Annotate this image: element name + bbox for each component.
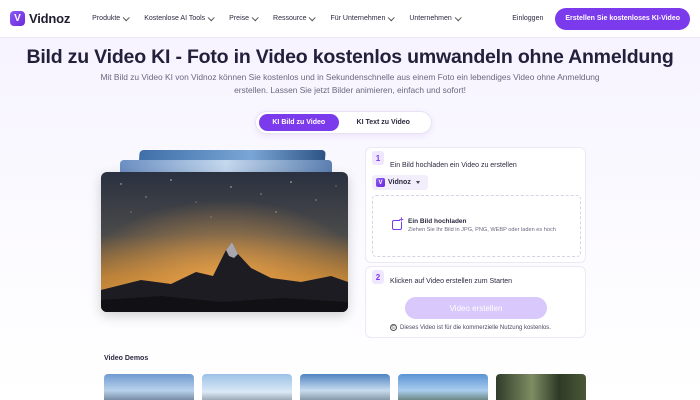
upload-title: Ein Bild hochladen: [408, 218, 467, 225]
top-navigation: V Vidnoz Produkte Kostenlose AI Tools Pr…: [0, 0, 700, 38]
page-title: Bild zu Video KI - Foto in Video kostenl…: [26, 46, 674, 68]
video-demos-heading: Video Demos: [104, 355, 149, 362]
vidnoz-logo-icon: V: [376, 178, 385, 187]
menu-item-label: Kostenlose AI Tools: [144, 15, 206, 22]
menu-item-unternehmen[interactable]: Unternehmen: [401, 14, 467, 22]
menu-item-ai-tools[interactable]: Kostenlose AI Tools: [136, 14, 221, 22]
chevron-down-icon: [309, 14, 317, 22]
demo-thumbnail[interactable]: [300, 374, 390, 400]
menu-item-fuer-unternehmen[interactable]: Für Unternehmen: [322, 14, 401, 22]
page-subtitle: Mit Bild zu Video KI von Vidnoz können S…: [100, 72, 600, 95]
menu-item-produkte[interactable]: Produkte: [84, 14, 136, 22]
info-icon: ©: [390, 324, 397, 331]
demo-thumbnail[interactable]: [398, 374, 488, 400]
note-text: Dieses Video ist für die kommerzielle Nu…: [400, 324, 551, 331]
menu-item-label: Produkte: [92, 15, 121, 22]
menu-item-label: Unternehmen: [409, 15, 452, 22]
sample-image-mountain: [101, 172, 348, 312]
step-number-badge: 2: [372, 270, 384, 284]
create-step-panel: 2 Klicken auf Video erstellen zum Starte…: [365, 266, 586, 338]
video-demos-list: [104, 374, 586, 400]
tab-ki-bild-zu-video[interactable]: KI Bild zu Video: [259, 114, 339, 131]
plus-icon: +: [399, 215, 404, 224]
demo-thumbnail[interactable]: [202, 374, 292, 400]
demo-thumbnail[interactable]: [496, 374, 586, 400]
vidnoz-logo-icon: V: [10, 11, 25, 26]
menu-item-label: Preise: [229, 15, 250, 22]
menu-item-label: Für Unternehmen: [330, 15, 386, 22]
menu-item-preise[interactable]: Preise: [221, 14, 265, 22]
step-number-badge: 1: [372, 151, 384, 165]
main-menu: Produkte Kostenlose AI Tools Preise Ress…: [84, 14, 468, 22]
logo[interactable]: V Vidnoz: [10, 11, 70, 26]
model-select-value: Vidnoz: [388, 179, 411, 186]
chevron-down-icon: [388, 14, 396, 22]
create-free-video-button[interactable]: Erstellen Sie kostenloses KI-Video: [555, 7, 690, 30]
menu-item-label: Ressource: [273, 15, 307, 22]
step-title: Ein Bild hochladen ein Video zu erstelle…: [390, 162, 517, 169]
chevron-down-icon: [207, 14, 215, 22]
chevron-down-icon: [122, 14, 130, 22]
image-upload-dropzone[interactable]: + Ein Bild hochladen Ziehen Sie Ihr Bild…: [372, 195, 581, 257]
upload-hint: Ziehen Sie Ihr Bild in JPG, PNG, WEBP od…: [408, 227, 556, 233]
commercial-use-note: © Dieses Video ist für die kommerzielle …: [390, 324, 551, 331]
step-title: Klicken auf Video erstellen zum Starten: [390, 278, 513, 285]
caret-down-icon: [415, 181, 420, 184]
upload-step-panel: 1 Ein Bild hochladen ein Video zu erstel…: [365, 147, 586, 263]
chevron-down-icon: [251, 14, 259, 22]
demo-thumbnail[interactable]: [104, 374, 194, 400]
model-select[interactable]: V Vidnoz: [372, 175, 428, 190]
menu-item-ressource[interactable]: Ressource: [265, 14, 322, 22]
logo-text: Vidnoz: [29, 11, 71, 26]
login-link[interactable]: Einloggen: [512, 15, 543, 22]
create-video-button[interactable]: Video erstellen: [405, 297, 547, 319]
mode-tabs: KI Bild zu Video KI Text zu Video: [255, 111, 432, 134]
tab-ki-text-zu-video[interactable]: KI Text zu Video: [339, 114, 428, 131]
chevron-down-icon: [454, 14, 462, 22]
